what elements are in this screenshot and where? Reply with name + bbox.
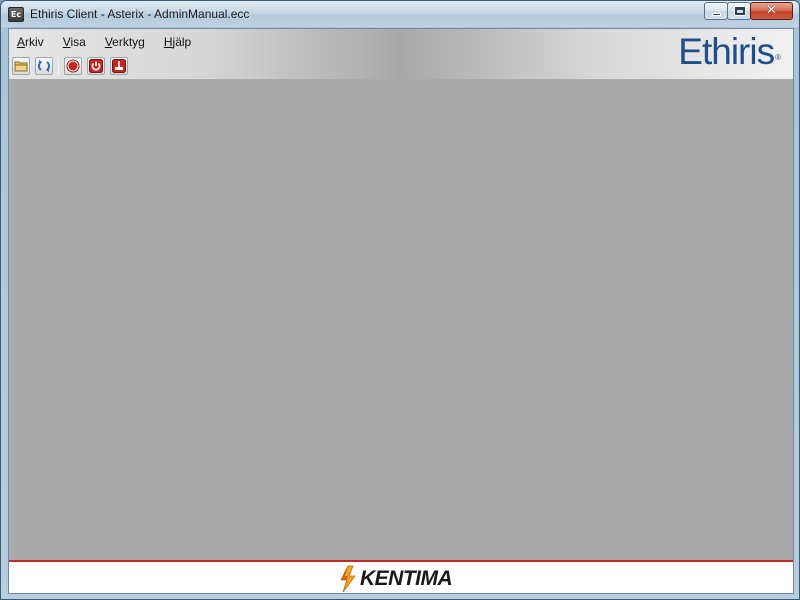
menu-toolbar-band: Arkiv Visa Verktyg Hjälp Ethiris®: [9, 29, 793, 79]
power-button[interactable]: [87, 57, 105, 75]
maximize-button[interactable]: [727, 2, 751, 20]
menu-hjalp-accel: H: [163, 35, 173, 49]
kentima-logo: KENTIMA: [339, 565, 453, 593]
open-folder-icon: [14, 61, 28, 72]
export-icon: [112, 59, 126, 73]
menu-verktyg-label: erktyg: [112, 35, 145, 49]
ethiris-logo: Ethiris®: [678, 31, 781, 72]
menu-visa-label: isa: [70, 35, 86, 49]
application-window: Ec Ethiris Client - Asterix - AdminManua…: [0, 0, 800, 600]
title-bar[interactable]: Ec Ethiris Client - Asterix - AdminManua…: [1, 1, 799, 27]
client-area: Arkiv Visa Verktyg Hjälp Ethiris® KENTIM…: [8, 28, 794, 594]
power-icon: [89, 59, 103, 73]
window-title: Ethiris Client - Asterix - AdminManual.e…: [30, 7, 250, 21]
maximize-icon: [735, 7, 745, 15]
menu-arkiv[interactable]: Arkiv: [17, 35, 44, 51]
menu-arkiv-accel: A: [17, 35, 26, 49]
open-button[interactable]: [12, 57, 30, 75]
app-icon[interactable]: Ec: [8, 7, 24, 22]
registered-mark: ®: [775, 53, 781, 62]
menu-arkiv-label: rkiv: [25, 35, 44, 49]
record-icon: [66, 59, 80, 73]
footer-bar: KENTIMA: [9, 560, 793, 593]
workspace-area[interactable]: [9, 79, 793, 560]
menu-hjalp-label: jälp: [172, 35, 192, 49]
kentima-wordmark: KENTIMA: [360, 567, 453, 590]
menu-bar: Arkiv Visa Verktyg Hjälp: [17, 35, 210, 51]
record-button[interactable]: [64, 57, 82, 75]
toolbar-separator: [58, 57, 59, 75]
menu-visa[interactable]: Visa: [63, 35, 86, 51]
export-button[interactable]: [110, 57, 128, 75]
close-icon: ✕: [766, 3, 777, 18]
refresh-icon: [38, 60, 50, 72]
refresh-button[interactable]: [35, 57, 53, 75]
toolbar: [12, 56, 133, 76]
minimize-button[interactable]: [704, 2, 728, 20]
minimize-icon: [712, 13, 721, 16]
lightning-bolt-icon: [340, 565, 356, 593]
menu-verktyg[interactable]: Verktyg: [105, 35, 145, 51]
close-button[interactable]: ✕: [750, 2, 793, 20]
menu-hjalp[interactable]: Hjälp: [164, 35, 191, 51]
ethiris-logo-text: Ethiris: [678, 31, 775, 72]
